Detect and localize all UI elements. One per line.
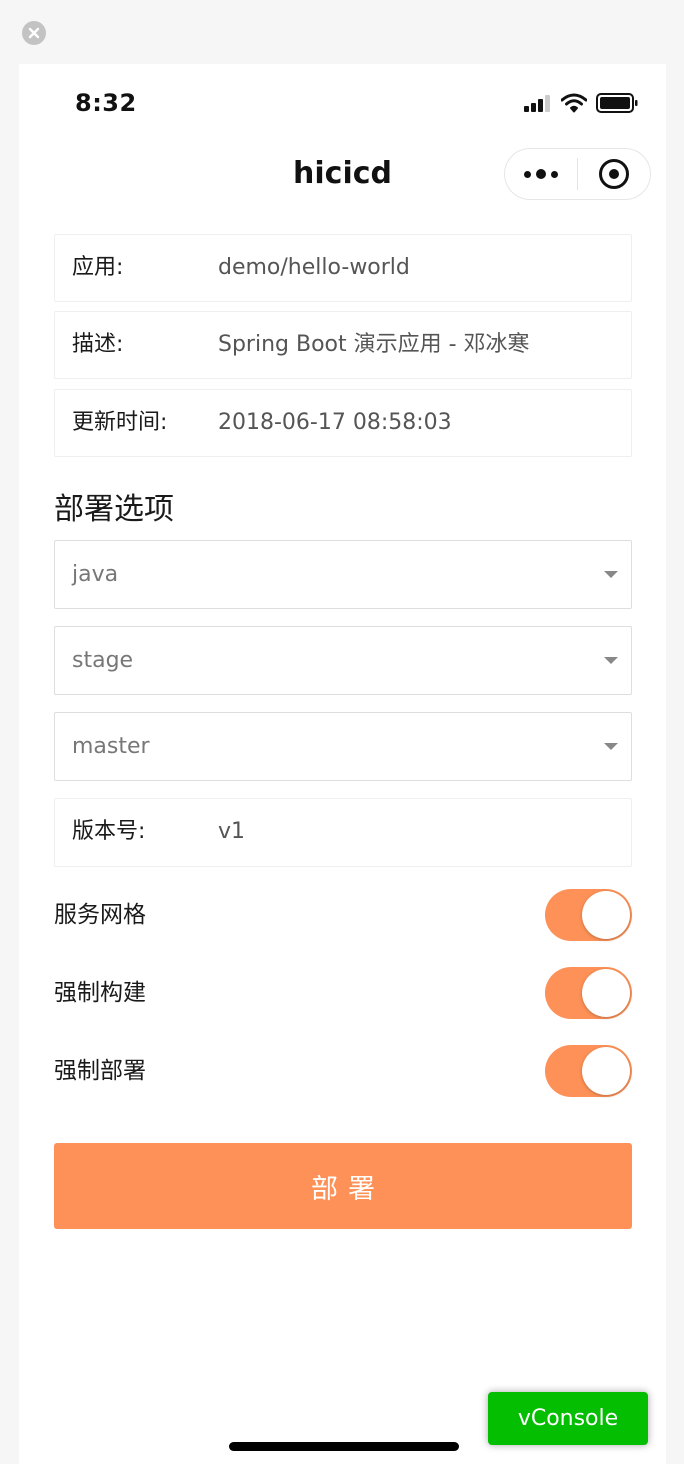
info-label: 应用: — [72, 255, 124, 280]
capsule-menu — [504, 148, 651, 200]
status-time: 8:32 — [75, 89, 137, 117]
close-button[interactable] — [22, 21, 46, 45]
select-value: stage — [72, 648, 134, 673]
toggle-label: 服务网格 — [54, 902, 146, 928]
status-icons — [524, 91, 638, 115]
force-deploy-switch[interactable] — [545, 1045, 632, 1097]
section-title: 部署选项 — [54, 492, 174, 527]
exit-button[interactable] — [578, 149, 650, 199]
info-row-update-time: 更新时间: 2018-06-17 08:58:03 — [54, 389, 632, 457]
info-row-description: 描述: Spring Boot 演示应用 - 邓冰寒 — [54, 311, 632, 379]
info-label: 更新时间: — [72, 410, 168, 435]
dropdown-caret-icon — [604, 571, 618, 578]
info-value: demo/hello-world — [218, 255, 410, 280]
force-build-switch[interactable] — [545, 967, 632, 1019]
info-row-app: 应用: demo/hello-world — [54, 234, 632, 302]
switch-knob — [582, 891, 630, 939]
more-dots-icon — [524, 169, 558, 179]
info-value: Spring Boot 演示应用 - 邓冰寒 — [218, 332, 530, 357]
info-label: 描述: — [72, 332, 124, 357]
select-value: java — [72, 562, 119, 587]
switch-knob — [582, 1047, 630, 1095]
close-icon — [28, 27, 40, 39]
version-input[interactable]: v1 — [218, 799, 245, 865]
signal-icon — [524, 95, 550, 112]
deploy-button[interactable]: 部署 — [54, 1143, 632, 1229]
toggle-row-force-deploy: 强制部署 — [54, 1044, 632, 1098]
toggle-label: 强制部署 — [54, 1058, 146, 1084]
vconsole-button[interactable]: vConsole — [488, 1392, 648, 1445]
home-indicator — [229, 1442, 459, 1451]
toggle-row-service-mesh: 服务网格 — [54, 888, 632, 942]
mini-program-screen: 8:32 hicicd 应用: demo/hello-world 描述: Spr… — [19, 64, 666, 1464]
select-language[interactable]: java — [54, 540, 632, 609]
version-label: 版本号: — [72, 819, 146, 844]
service-mesh-switch[interactable] — [545, 889, 632, 941]
more-button[interactable] — [505, 149, 577, 199]
version-row: 版本号: v1 — [54, 798, 632, 867]
toggle-label: 强制构建 — [54, 980, 146, 1006]
select-environment[interactable]: stage — [54, 626, 632, 695]
switch-knob — [582, 969, 630, 1017]
wifi-icon — [561, 93, 587, 113]
dropdown-caret-icon — [604, 657, 618, 664]
battery-icon — [596, 93, 638, 113]
select-value: master — [72, 734, 150, 759]
info-value: 2018-06-17 08:58:03 — [218, 410, 452, 435]
dropdown-caret-icon — [604, 743, 618, 750]
toggle-row-force-build: 强制构建 — [54, 966, 632, 1020]
target-icon — [598, 159, 629, 189]
select-branch[interactable]: master — [54, 712, 632, 781]
